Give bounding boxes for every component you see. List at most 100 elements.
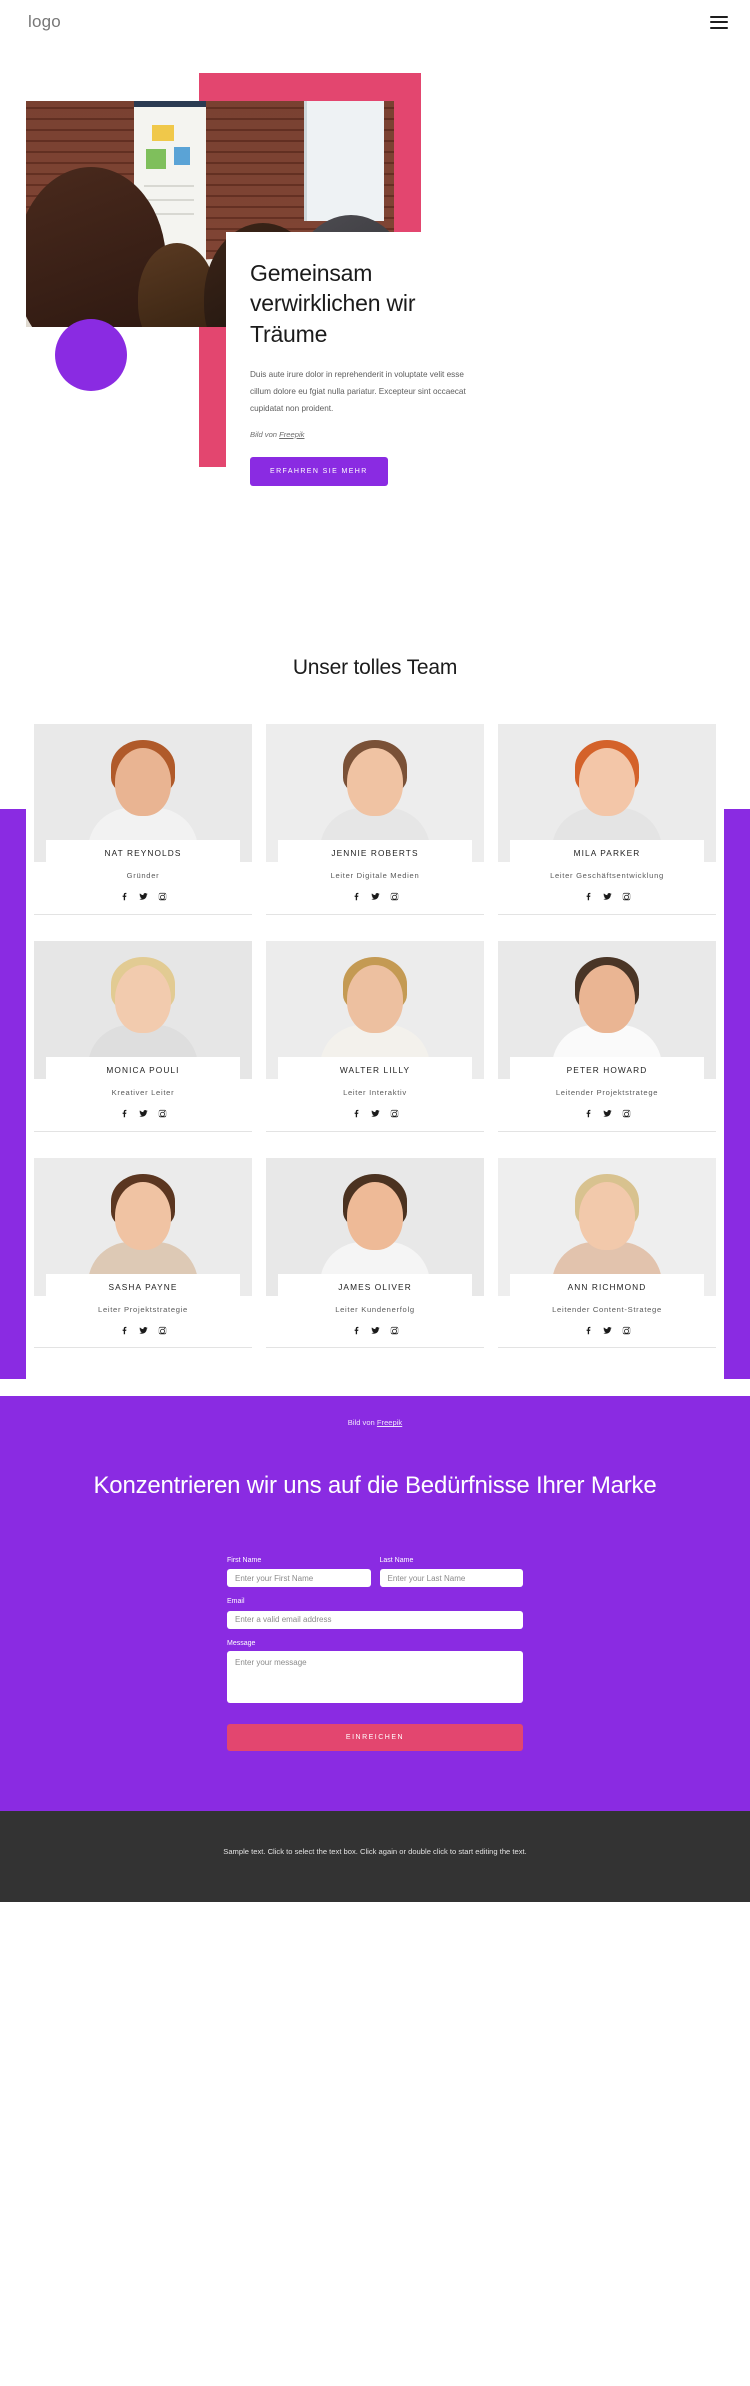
team-member-socials xyxy=(34,892,252,915)
instagram-icon[interactable] xyxy=(389,1325,399,1335)
credit-prefix: Bild von xyxy=(250,429,280,439)
instagram-icon[interactable] xyxy=(389,892,399,902)
instagram-icon[interactable] xyxy=(157,1109,167,1119)
twitter-icon[interactable] xyxy=(602,1109,612,1119)
facebook-icon[interactable] xyxy=(351,1109,361,1119)
facebook-icon[interactable] xyxy=(119,1325,129,1335)
team-member-name: ANN RICHMOND xyxy=(567,1281,647,1292)
team-member-name: PETER HOWARD xyxy=(566,1064,648,1075)
learn-more-button[interactable]: ERFAHREN SIE MEHR xyxy=(250,456,388,486)
credit-prefix: Bild von xyxy=(347,1418,377,1428)
team-member-card[interactable]: MILA PARKER Leiter Geschäftsentwicklung xyxy=(498,724,716,941)
facebook-icon[interactable] xyxy=(351,892,361,902)
facebook-icon[interactable] xyxy=(583,1109,593,1119)
team-member-socials xyxy=(498,1325,716,1349)
twitter-icon[interactable] xyxy=(138,1109,148,1119)
team-member-role: Gründer xyxy=(126,871,160,880)
instagram-icon[interactable] xyxy=(621,892,631,902)
facebook-icon[interactable] xyxy=(351,1325,361,1335)
twitter-icon[interactable] xyxy=(138,892,148,902)
instagram-icon[interactable] xyxy=(389,1109,399,1119)
team-grid: NAT REYNOLDS Gründer JENNIE ROBERTS Leiter … xyxy=(26,724,724,1374)
message-field: Message xyxy=(227,1640,523,1708)
team-member-card[interactable]: SASHA PAYNE Leiter Projektstrategie xyxy=(34,1157,252,1375)
first-name-input[interactable] xyxy=(227,1569,371,1588)
facebook-icon[interactable] xyxy=(119,892,129,902)
team-member-card[interactable]: ANN RICHMOND Leitender Content-Stratege xyxy=(498,1157,716,1375)
email-label: Email xyxy=(227,1598,245,1606)
team-member-card[interactable]: WALTER LILLY Leiter Interaktiv xyxy=(266,940,484,1158)
twitter-icon[interactable] xyxy=(602,892,612,902)
twitter-icon[interactable] xyxy=(370,1325,380,1335)
last-name-input[interactable] xyxy=(379,1569,523,1588)
team-card-container: NAT REYNOLDS Gründer JENNIE ROBERTS Leiter … xyxy=(26,724,724,1397)
contact-form: First Name Last Name Email Message EINRE… xyxy=(227,1557,523,1751)
burger-bar xyxy=(710,15,728,18)
twitter-icon[interactable] xyxy=(602,1325,612,1335)
team-member-namecard: NAT REYNOLDS xyxy=(46,840,240,862)
team-member-card[interactable]: JENNIE ROBERTS Leiter Digitale Medien xyxy=(266,724,484,941)
team-section: Unser tolles Team NAT REYNOLDS Gründer JEN… xyxy=(0,634,750,1397)
last-name-label: Last Name xyxy=(379,1556,414,1564)
team-member-name: WALTER LILLY xyxy=(339,1064,411,1075)
team-member-card[interactable]: PETER HOWARD Leitender Projektstratege xyxy=(498,940,716,1158)
first-name-field: First Name xyxy=(227,1557,371,1588)
team-member-socials xyxy=(266,1109,484,1132)
member-head xyxy=(579,748,635,816)
team-member-namecard: SASHA PAYNE xyxy=(46,1273,240,1296)
team-member-namecard: ANN RICHMOND xyxy=(510,1273,704,1296)
email-field: Email xyxy=(227,1598,523,1629)
hero-image-credit: Bild von Freepik xyxy=(250,430,472,439)
team-member-role: Kreativer Leiter xyxy=(111,1087,175,1097)
logo[interactable]: logo xyxy=(28,12,61,32)
team-member-name: NAT REYNOLDS xyxy=(104,848,182,858)
team-heading: Unser tolles Team xyxy=(292,656,458,679)
name-row: First Name Last Name xyxy=(227,1557,523,1599)
team-member-socials xyxy=(266,1325,484,1349)
credit-link[interactable]: Freepik xyxy=(279,430,304,439)
team-member-role: Leiter Geschäftsentwicklung xyxy=(550,871,664,880)
team-member-socials xyxy=(498,1109,716,1132)
team-member-namecard: JAMES OLIVER xyxy=(278,1273,472,1296)
hero-title: Gemeinsam verwirklichen wir Träume xyxy=(250,260,416,347)
team-member-namecard: MONICA POULI xyxy=(46,1056,240,1079)
team-member-socials xyxy=(266,892,484,915)
team-member-role: Leiter Kundenerfolg xyxy=(335,1304,415,1314)
hamburger-menu-icon[interactable] xyxy=(710,12,728,32)
instagram-icon[interactable] xyxy=(157,892,167,902)
member-head xyxy=(347,964,403,1033)
team-member-name: MILA PARKER xyxy=(573,848,641,858)
message-input[interactable] xyxy=(227,1650,523,1703)
burger-bar xyxy=(710,26,728,29)
twitter-icon[interactable] xyxy=(138,1325,148,1335)
twitter-icon[interactable] xyxy=(370,1109,380,1119)
email-input[interactable] xyxy=(227,1610,523,1629)
contact-heading: Konzentrieren wir uns auf die Bedürfniss… xyxy=(93,1472,657,1500)
team-member-socials xyxy=(498,892,716,915)
team-member-card[interactable]: NAT REYNOLDS Gründer xyxy=(34,724,252,941)
team-member-role: Leiter Interaktiv xyxy=(343,1087,407,1097)
instagram-icon[interactable] xyxy=(157,1325,167,1335)
submit-button[interactable]: EINREICHEN xyxy=(227,1723,523,1751)
member-head xyxy=(579,1181,635,1250)
team-member-namecard: WALTER LILLY xyxy=(278,1056,472,1079)
twitter-icon[interactable] xyxy=(370,892,380,902)
facebook-icon[interactable] xyxy=(119,1109,129,1119)
member-head xyxy=(347,748,403,816)
facebook-icon[interactable] xyxy=(583,892,593,902)
member-head xyxy=(115,748,171,816)
band-image-credit: Bild von Freepik xyxy=(0,1410,750,1469)
member-head xyxy=(347,1181,403,1250)
last-name-field: Last Name xyxy=(379,1556,523,1588)
hero-section: Gemeinsam verwirklichen wir Träume Duis … xyxy=(0,44,750,634)
credit-link[interactable]: Freepik xyxy=(377,1418,402,1427)
team-member-name: JENNIE ROBERTS xyxy=(331,848,419,858)
facebook-icon[interactable] xyxy=(583,1325,593,1335)
hero-purple-circle xyxy=(55,319,127,391)
team-member-card[interactable]: MONICA POULI Kreativer Leiter xyxy=(34,940,252,1158)
instagram-icon[interactable] xyxy=(621,1325,631,1335)
instagram-icon[interactable] xyxy=(621,1109,631,1119)
team-member-name: JAMES OLIVER xyxy=(338,1281,412,1292)
team-member-role: Leitender Content-Stratege xyxy=(552,1304,662,1314)
team-member-card[interactable]: JAMES OLIVER Leiter Kundenerfolg xyxy=(266,1157,484,1375)
